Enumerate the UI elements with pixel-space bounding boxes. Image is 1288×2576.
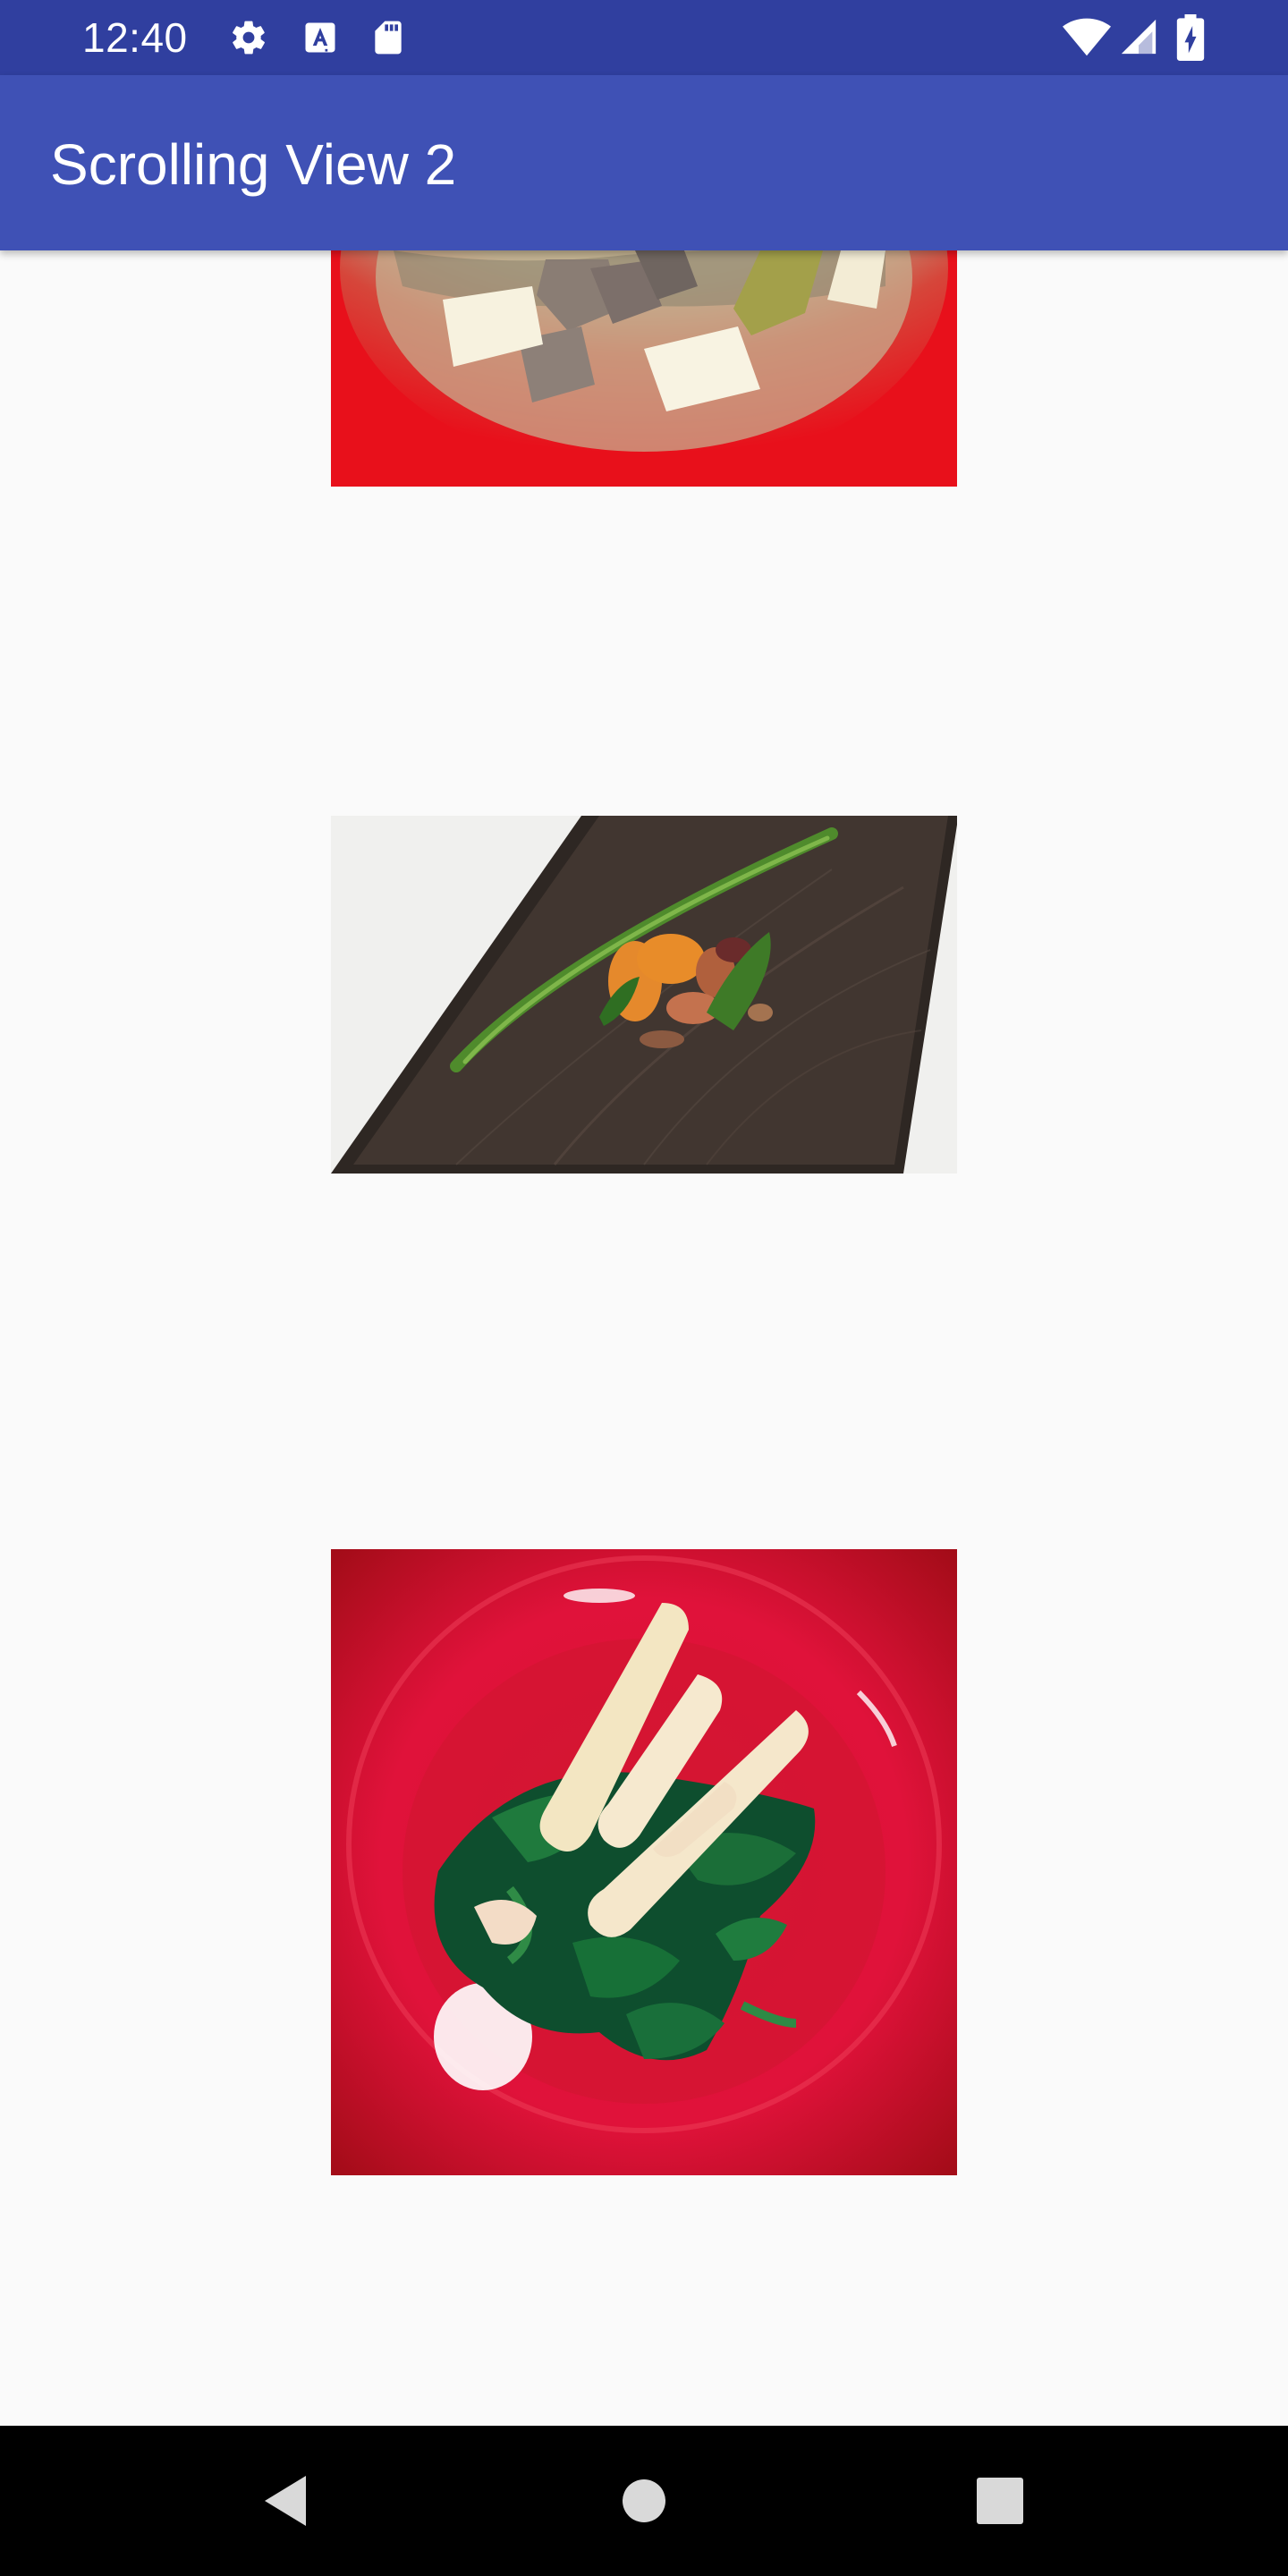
back-icon [265, 2476, 306, 2526]
back-button[interactable] [243, 2456, 333, 2546]
app-bar: Scrolling View 2 [0, 75, 1288, 250]
recents-button[interactable] [955, 2456, 1045, 2546]
text-a-icon [305, 22, 335, 53]
settings-icon [233, 21, 265, 55]
miso-soup-image [331, 250, 957, 487]
home-button[interactable] [599, 2456, 689, 2546]
spinach-squid-dish-image [331, 1549, 957, 2175]
signal-icon [1121, 19, 1157, 55]
status-bar: 12:40 [0, 0, 1288, 75]
app-title: Scrolling View 2 [50, 132, 457, 197]
wifi-icon [1063, 18, 1111, 56]
battery-charging-icon [1176, 14, 1205, 61]
navigation-bar [0, 2426, 1288, 2576]
home-icon [623, 2479, 665, 2522]
sd-card-icon [375, 21, 402, 55]
mixed-beans-dish-image [331, 816, 957, 1174]
recents-icon [977, 2478, 1023, 2524]
scroll-view[interactable] [0, 250, 1288, 2426]
status-time: 12:40 [82, 14, 188, 61]
